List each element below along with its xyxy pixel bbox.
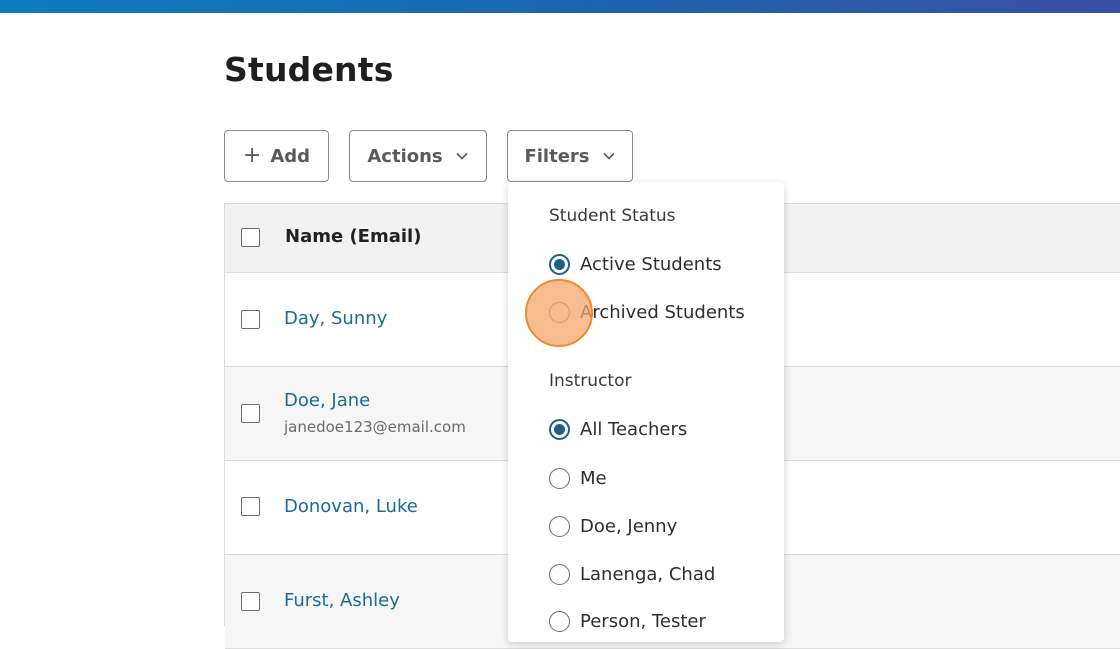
radio-label: Person, Tester: [580, 610, 706, 632]
filters-button-label: Filters: [524, 145, 590, 167]
click-highlight-indicator: [525, 279, 593, 347]
row-checkbox[interactable]: [241, 497, 260, 516]
instructor-heading: Instructor: [549, 371, 632, 391]
plus-icon: +: [242, 143, 262, 168]
chevron-down-icon: [602, 152, 615, 160]
chevron-down-icon: [456, 152, 468, 160]
radio-unchecked-icon: [549, 610, 570, 632]
radio-unchecked-icon: [549, 515, 570, 537]
radio-person-tester[interactable]: Person, Tester: [549, 609, 706, 633]
radio-lanenga-chad[interactable]: Lanenga, Chad: [549, 562, 715, 586]
radio-unchecked-icon: [549, 467, 570, 489]
add-button-label: Add: [270, 145, 311, 167]
radio-unchecked-icon: [549, 563, 570, 585]
radio-label: Archived Students: [580, 301, 745, 323]
row-checkbox[interactable]: [241, 592, 260, 611]
student-status-heading: Student Status: [549, 206, 676, 226]
student-name-link[interactable]: Furst, Ashley: [284, 590, 400, 611]
radio-label: Active Students: [580, 253, 722, 275]
radio-me[interactable]: Me: [549, 466, 607, 490]
radio-active-students[interactable]: Active Students: [549, 252, 722, 276]
radio-label: Me: [580, 467, 607, 489]
student-name-link[interactable]: Doe, Jane: [284, 390, 370, 411]
row-checkbox[interactable]: [241, 404, 260, 423]
radio-label: Doe, Jenny: [580, 515, 678, 537]
add-button[interactable]: + Add: [224, 130, 329, 182]
actions-button-label: Actions: [367, 145, 443, 167]
student-name-link[interactable]: Donovan, Luke: [284, 496, 418, 517]
student-name-link[interactable]: Day, Sunny: [284, 308, 387, 329]
row-checkbox[interactable]: [241, 310, 260, 329]
page-title: Students: [224, 50, 394, 89]
radio-label: Lanenga, Chad: [580, 563, 716, 585]
filters-menu: Student Status Active Students Archived …: [508, 182, 784, 642]
column-header-name-email: Name (Email): [285, 226, 422, 247]
filters-dropdown-button[interactable]: Filters: [507, 130, 633, 182]
student-email: janedoe123@email.com: [284, 418, 466, 436]
radio-label: All Teachers: [580, 418, 688, 440]
select-all-checkbox[interactable]: [241, 228, 260, 247]
radio-checked-icon: [549, 253, 570, 275]
actions-dropdown-button[interactable]: Actions: [349, 130, 487, 182]
top-brand-bar: [0, 0, 1120, 13]
radio-all-teachers[interactable]: All Teachers: [549, 417, 687, 441]
radio-doe-jenny[interactable]: Doe, Jenny: [549, 514, 677, 538]
radio-checked-icon: [549, 418, 570, 440]
